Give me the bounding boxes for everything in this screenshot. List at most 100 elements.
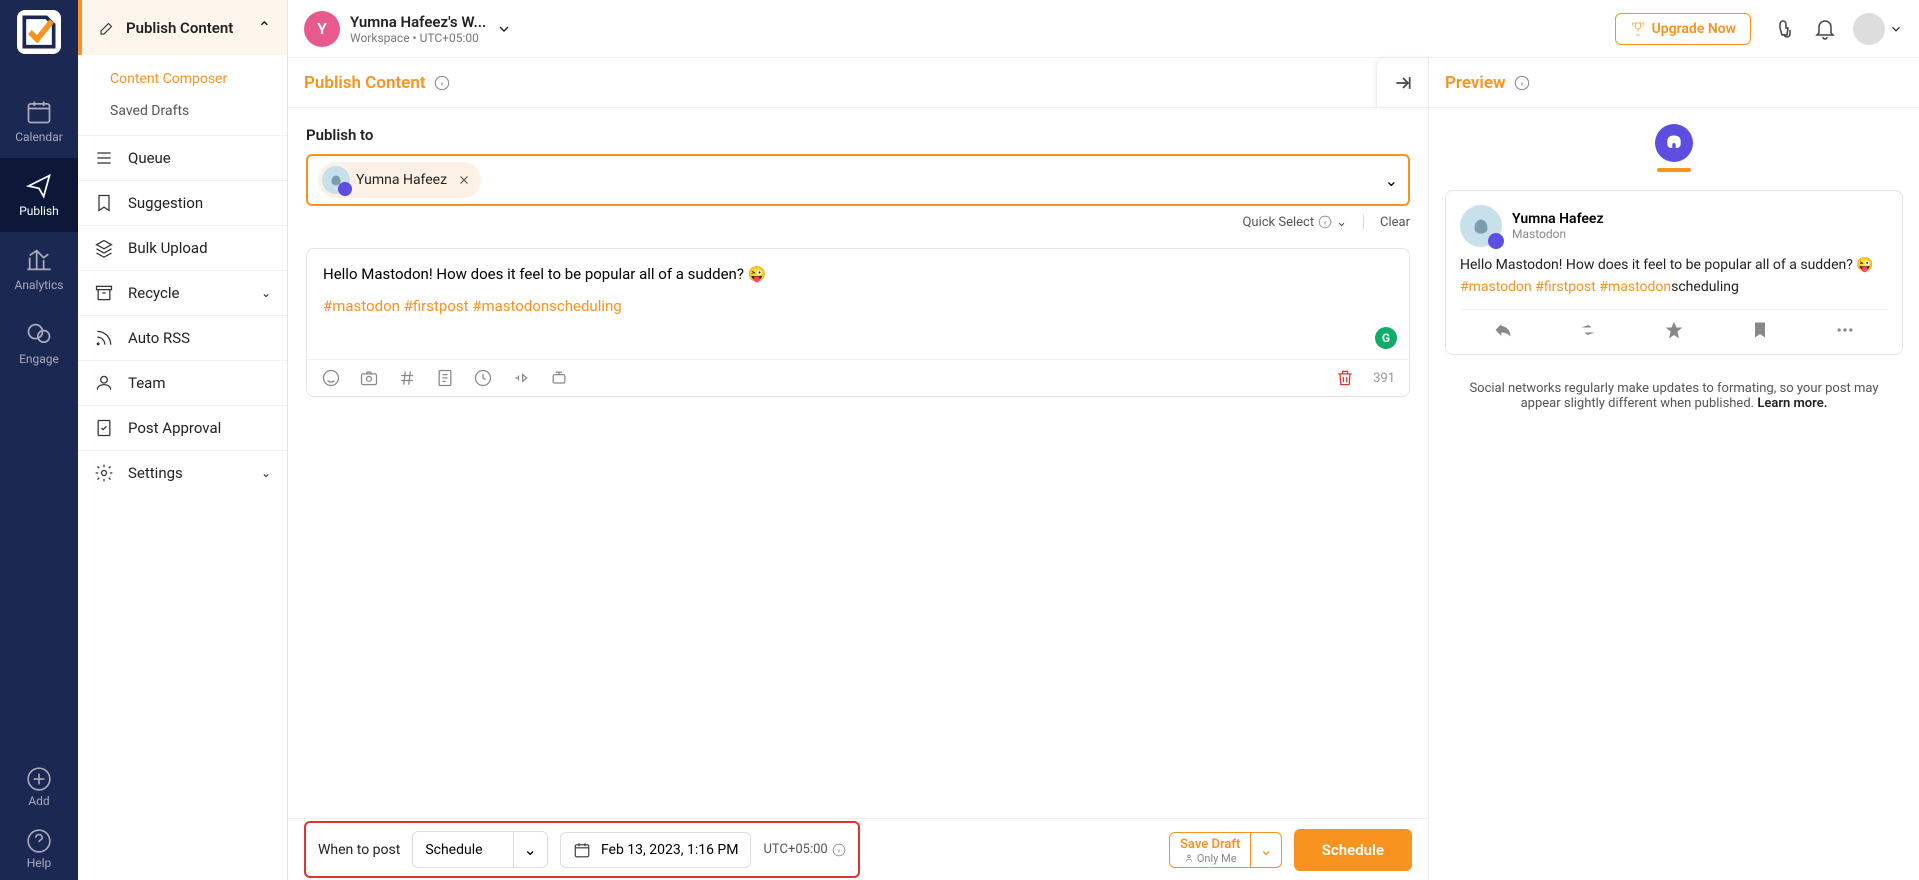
schedule-button[interactable]: Schedule bbox=[1294, 829, 1412, 871]
app-logo[interactable] bbox=[17, 10, 61, 54]
secnav-auto-rss[interactable]: Auto RSS bbox=[78, 315, 287, 360]
info-icon[interactable] bbox=[832, 843, 846, 857]
post-textarea[interactable]: Hello Mastodon! How does it feel to be p… bbox=[307, 249, 1409, 359]
bell-icon[interactable] bbox=[1813, 17, 1837, 41]
rail-help-label: Help bbox=[27, 856, 52, 870]
secnav-queue-label: Queue bbox=[128, 149, 171, 167]
rail-publish[interactable]: Publish bbox=[0, 158, 78, 232]
user-avatar[interactable] bbox=[1853, 13, 1885, 45]
secnav-recycle[interactable]: Recycle ⌄ bbox=[78, 270, 287, 315]
rail-help[interactable]: Help bbox=[0, 818, 78, 880]
secnav-settings[interactable]: Settings ⌄ bbox=[78, 450, 287, 495]
camera-icon[interactable] bbox=[359, 368, 379, 388]
rail-analytics-label: Analytics bbox=[15, 278, 64, 292]
save-draft-button[interactable]: Save Draft Only Me ⌄ bbox=[1169, 832, 1282, 868]
secnav-subitems: Content Composer Saved Drafts bbox=[78, 55, 287, 135]
composer-title: Publish Content bbox=[304, 73, 426, 93]
info-icon[interactable] bbox=[434, 75, 450, 91]
rail-engage[interactable]: Engage bbox=[0, 306, 78, 380]
engage-icon bbox=[25, 320, 53, 348]
workspace-avatar: Y bbox=[304, 11, 340, 47]
plus-circle-icon bbox=[26, 766, 52, 792]
secnav-post-approval[interactable]: Post Approval bbox=[78, 405, 287, 450]
rail-add[interactable]: Add bbox=[0, 756, 78, 818]
more-icon[interactable] bbox=[1835, 320, 1855, 340]
rail-publish-label: Publish bbox=[19, 204, 59, 218]
account-dropdown-chevron-icon[interactable]: ⌄ bbox=[1385, 171, 1398, 190]
secnav-bulk-upload[interactable]: Bulk Upload bbox=[78, 225, 287, 270]
upgrade-label: Upgrade Now bbox=[1652, 21, 1736, 37]
rss-icon bbox=[94, 328, 114, 348]
secnav-team-label: Team bbox=[128, 374, 166, 392]
quick-select-label: Quick Select bbox=[1242, 215, 1314, 230]
ai-bot-icon[interactable] bbox=[549, 368, 569, 388]
chevron-down-icon: ⌄ bbox=[1336, 215, 1347, 230]
collapse-preview-button[interactable] bbox=[1376, 58, 1428, 108]
network-active-indicator bbox=[1657, 168, 1691, 172]
left-rail: Calendar Publish Analytics Engage Add He… bbox=[0, 0, 78, 880]
preview-network-tab[interactable] bbox=[1445, 124, 1903, 172]
boost-icon[interactable] bbox=[1578, 320, 1598, 340]
hashtag-icon[interactable] bbox=[397, 368, 417, 388]
user-icon bbox=[94, 373, 114, 393]
queue-icon bbox=[94, 148, 114, 168]
secnav-team[interactable]: Team bbox=[78, 360, 287, 405]
emoji-icon[interactable] bbox=[321, 368, 341, 388]
bookmark-icon[interactable] bbox=[1750, 320, 1770, 340]
post-hashtags: #mastodon #firstpost #mastodonscheduling bbox=[323, 297, 1393, 315]
secnav-queue[interactable]: Queue bbox=[78, 135, 287, 180]
secnav-content-composer[interactable]: Content Composer bbox=[78, 63, 287, 95]
schedule-mode-select[interactable]: Schedule ⌄ bbox=[412, 831, 548, 868]
timezone-value: UTC+05:00 bbox=[763, 842, 827, 857]
schedule-datetime-picker[interactable]: Feb 13, 2023, 1:16 PM bbox=[560, 832, 752, 868]
bookmark-icon bbox=[94, 193, 114, 213]
schedule-mode-value: Schedule bbox=[413, 834, 512, 866]
help-circle-icon bbox=[26, 828, 52, 854]
quick-select-button[interactable]: Quick Select ⌄ bbox=[1242, 215, 1347, 230]
archive-icon bbox=[94, 283, 114, 303]
rail-calendar[interactable]: Calendar bbox=[0, 84, 78, 158]
save-draft-visibility: Only Me bbox=[1184, 852, 1237, 865]
workspace-info: Yumna Hafeez's W... Workspace • UTC+05:0… bbox=[350, 13, 486, 45]
clear-button[interactable]: Clear bbox=[1380, 215, 1410, 230]
info-icon[interactable] bbox=[1514, 75, 1530, 91]
chevron-up-icon: ⌃ bbox=[258, 18, 271, 37]
star-icon[interactable] bbox=[1664, 320, 1684, 340]
secnav-publish-content[interactable]: Publish Content ⌃ bbox=[78, 0, 287, 55]
main: Y Yumna Hafeez's W... Workspace • UTC+05… bbox=[288, 0, 1919, 880]
secondary-nav: Publish Content ⌃ Content Composer Saved… bbox=[78, 0, 288, 880]
grammarly-icon[interactable]: G bbox=[1375, 327, 1397, 349]
save-draft-chevron-icon[interactable]: ⌄ bbox=[1250, 833, 1280, 867]
workspace-chevron-down-icon[interactable] bbox=[496, 21, 512, 37]
topbar: Y Yumna Hafeez's W... Workspace • UTC+05… bbox=[288, 0, 1919, 58]
reply-icon[interactable] bbox=[1493, 320, 1513, 340]
secnav-suggestion-label: Suggestion bbox=[128, 194, 203, 212]
paper-plane-icon bbox=[25, 172, 53, 200]
user-menu-chevron-icon[interactable] bbox=[1889, 22, 1903, 36]
user-icon bbox=[1184, 853, 1194, 863]
save-draft-label: Save Draft bbox=[1180, 837, 1240, 852]
schedule-timezone: UTC+05:00 bbox=[763, 842, 845, 857]
mastodon-network-icon bbox=[1655, 124, 1693, 162]
preview-network-label: Mastodon bbox=[1512, 227, 1604, 241]
publish-to-selector[interactable]: Yumna Hafeez ⌄ bbox=[306, 154, 1410, 206]
rail-analytics[interactable]: Analytics bbox=[0, 232, 78, 306]
preview-avatar bbox=[1460, 205, 1502, 247]
upgrade-button[interactable]: Upgrade Now bbox=[1615, 13, 1751, 45]
schedule-mode-chevron-icon[interactable]: ⌄ bbox=[513, 832, 547, 867]
secnav-suggestion[interactable]: Suggestion bbox=[78, 180, 287, 225]
workspace-name: Yumna Hafeez's W... bbox=[350, 13, 486, 31]
feedback-icon[interactable] bbox=[1773, 17, 1797, 41]
learn-more-link[interactable]: Learn more. bbox=[1757, 396, 1827, 411]
composer-header: Publish Content bbox=[288, 58, 1428, 108]
remove-account-icon[interactable] bbox=[457, 173, 471, 187]
template-icon[interactable] bbox=[435, 368, 455, 388]
schedule-icon[interactable] bbox=[473, 368, 493, 388]
trash-icon[interactable] bbox=[1335, 368, 1355, 388]
rail-calendar-label: Calendar bbox=[15, 130, 63, 144]
chevron-down-icon: ⌄ bbox=[261, 466, 271, 480]
secnav-saved-drafts[interactable]: Saved Drafts bbox=[78, 95, 287, 127]
account-avatar bbox=[322, 166, 350, 194]
integration-icon[interactable] bbox=[511, 368, 531, 388]
preview-post-card: Yumna Hafeez Mastodon Hello Mastodon! Ho… bbox=[1445, 190, 1903, 355]
